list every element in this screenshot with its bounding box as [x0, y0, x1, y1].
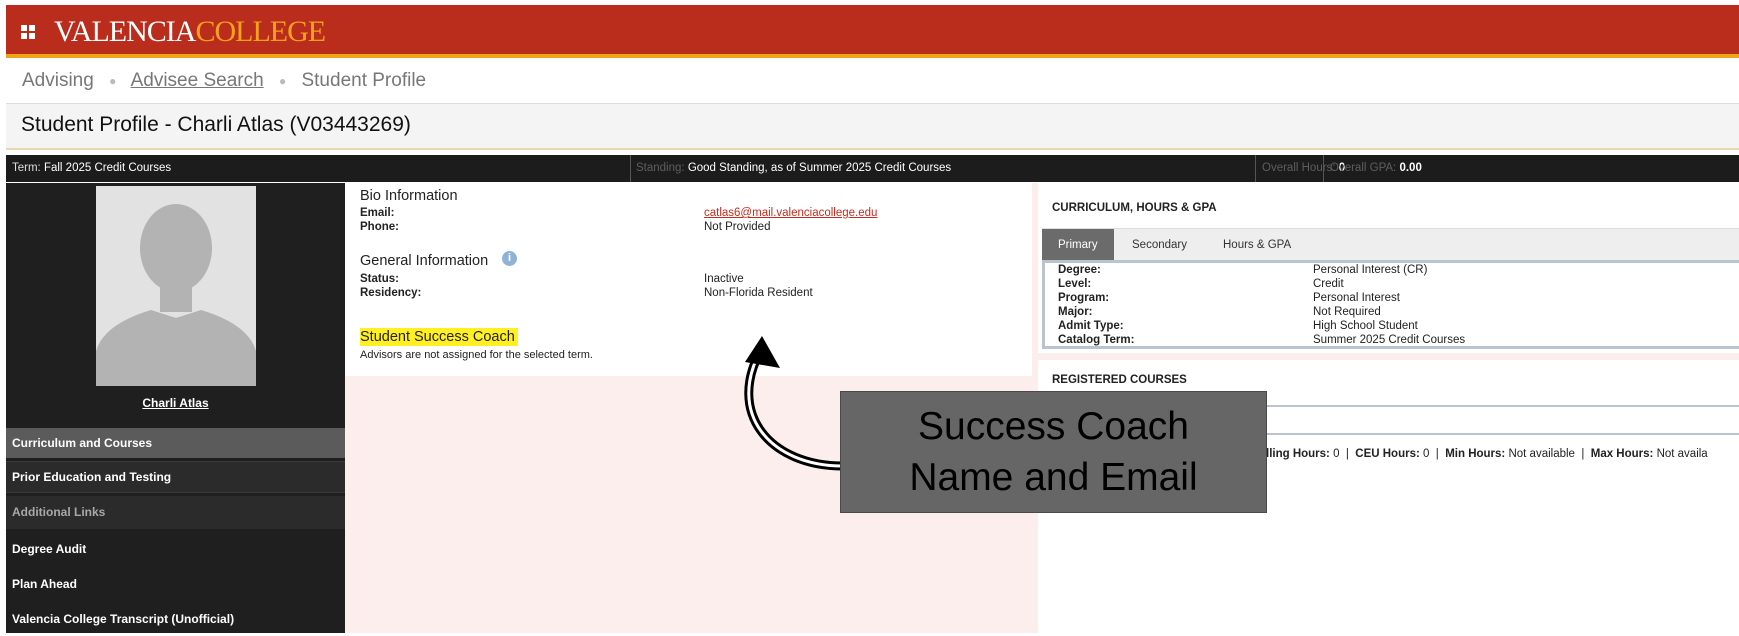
sidebar-item-transcript[interactable]: Valencia College Transcript (Unofficial)	[6, 602, 345, 636]
major-value: Not Required	[1313, 306, 1381, 318]
general-info-title: General Information	[360, 253, 489, 269]
bio-title: Bio Information	[360, 188, 458, 204]
divider	[630, 155, 631, 182]
hours-summary: lling Hours: 0 | CEU Hours: 0 | Min Hour…	[1266, 448, 1708, 460]
breadcrumb: Advising ● Advisee Search ● Student Prof…	[22, 70, 426, 92]
degree-label: Degree:	[1058, 264, 1101, 276]
program-value: Personal Interest	[1313, 292, 1400, 304]
success-coach-title: Student Success Coach	[360, 328, 518, 346]
standing-value: Good Standing, as of Summer 2025 Credit …	[687, 162, 952, 174]
curriculum-title: CURRICULUM, HOURS & GPA	[1052, 202, 1217, 214]
level-label: Level:	[1058, 278, 1092, 290]
billing-hours-label: lling Hours:	[1266, 448, 1330, 460]
registered-courses-title: REGISTERED COURSES	[1052, 374, 1187, 386]
catalog-term-label: Catalog Term:	[1058, 334, 1135, 346]
bio-panel: Bio Information Email: catlas6@mail.vale…	[345, 183, 1032, 376]
user-silhouette-icon	[96, 186, 256, 386]
page-title: Student Profile - Charli Atlas (V0344326…	[21, 113, 411, 136]
breadcrumb-advisee-search[interactable]: Advisee Search	[131, 70, 264, 91]
title-bar: Student Profile - Charli Atlas (V0344326…	[6, 103, 1739, 150]
breadcrumb-student-profile: Student Profile	[301, 70, 427, 91]
email-label: Email:	[360, 207, 395, 219]
app-grid-icon[interactable]	[21, 25, 35, 39]
tab-hours-gpa[interactable]: Hours & GPA	[1207, 229, 1307, 261]
college-logo[interactable]: VALENCIACOLLEGE	[54, 15, 326, 48]
breadcrumb-advising[interactable]: Advising	[22, 70, 94, 91]
billing-hours-value: 0	[1333, 448, 1340, 460]
tab-primary[interactable]: Primary	[1042, 229, 1114, 261]
curriculum-panel: CURRICULUM, HOURS & GPA Primary Secondar…	[1032, 183, 1739, 353]
sidebar-item-prior-education[interactable]: Prior Education and Testing	[6, 461, 345, 493]
overall-gpa-cell: Overall GPA: 0.00	[1330, 155, 1422, 182]
standing-label: Standing:	[636, 162, 685, 174]
level-value: Credit	[1313, 278, 1344, 290]
annotation-arrow	[744, 336, 844, 471]
ceu-hours-label: CEU Hours:	[1355, 448, 1420, 460]
curriculum-tabs: Primary Secondary Hours & GPA	[1042, 228, 1739, 261]
success-coach-note: Advisors are not assigned for the select…	[360, 349, 593, 361]
residency-label: Residency:	[360, 287, 422, 299]
breadcrumb-separator: ●	[109, 73, 117, 88]
callout-line-2: Name and Email	[909, 456, 1198, 499]
callout-line-1: Success Coach	[918, 405, 1189, 448]
annotation-callout: Success Coach Name and Email	[840, 391, 1267, 513]
sidebar: Charli Atlas Curriculum and Courses Prio…	[6, 183, 345, 633]
info-icon[interactable]: i	[502, 251, 517, 266]
standing-cell: Standing: Good Standing, as of Summer 20…	[636, 155, 951, 182]
min-hours-value: Not available	[1508, 448, 1575, 460]
term-value: Fall 2025 Credit Courses	[43, 162, 172, 174]
admit-type-value: High School Student	[1313, 320, 1418, 332]
max-hours-value: Not availa	[1656, 448, 1708, 460]
divider	[1255, 155, 1256, 182]
divider	[1323, 155, 1324, 182]
email-link[interactable]: catlas6@mail.valenciacollege.edu	[704, 207, 877, 219]
residency-value: Non-Florida Resident	[704, 287, 813, 299]
ceu-hours-value: 0	[1423, 448, 1430, 460]
major-label: Major:	[1058, 306, 1093, 318]
term-info-bar: Term: Fall 2025 Credit Courses Standing:…	[6, 155, 1739, 182]
term-label: Term:	[12, 162, 41, 174]
min-hours-label: Min Hours:	[1445, 448, 1506, 460]
catalog-term-value: Summer 2025 Credit Courses	[1313, 334, 1466, 346]
overall-gpa-label: Overall GPA:	[1330, 162, 1397, 174]
breadcrumb-separator: ●	[278, 73, 287, 88]
program-label: Program:	[1058, 292, 1110, 304]
student-photo	[96, 186, 256, 386]
admit-type-label: Admit Type:	[1058, 320, 1124, 332]
max-hours-label: Max Hours:	[1590, 448, 1654, 460]
sidebar-item-degree-audit[interactable]: Degree Audit	[6, 532, 345, 566]
status-label: Status:	[360, 273, 399, 285]
tab-secondary[interactable]: Secondary	[1116, 229, 1203, 261]
sidebar-item-curriculum[interactable]: Curriculum and Courses	[6, 428, 345, 458]
top-header: VALENCIACOLLEGE	[6, 5, 1739, 58]
degree-value: Personal Interest (CR)	[1313, 264, 1428, 276]
phone-label: Phone:	[360, 221, 399, 233]
sidebar-item-additional-links[interactable]: Additional Links	[6, 496, 345, 529]
overall-gpa-value: 0.00	[1399, 162, 1422, 174]
sidebar-item-plan-ahead[interactable]: Plan Ahead	[6, 567, 345, 601]
student-name-link[interactable]: Charli Atlas	[6, 396, 345, 410]
status-value: Inactive	[704, 273, 744, 285]
term-cell[interactable]: Term: Fall 2025 Credit Courses	[12, 155, 171, 182]
phone-value: Not Provided	[704, 221, 771, 233]
curriculum-details: Degree: Personal Interest (CR) Level: Cr…	[1042, 260, 1739, 349]
overall-hours-label: Overall Hours:	[1262, 162, 1336, 174]
